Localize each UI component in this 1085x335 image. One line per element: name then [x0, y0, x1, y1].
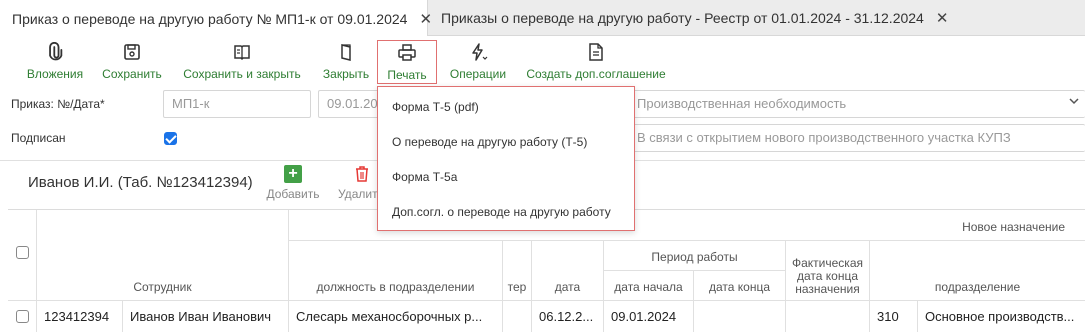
cell-employee-name: Иванов Иван Иванович — [123, 301, 289, 332]
close-icon[interactable]: ✕ — [936, 9, 949, 27]
signed-label: Подписан — [11, 131, 66, 145]
save-and-close-label: Сохранить и закрыть — [183, 67, 301, 81]
tab-order-document[interactable]: Приказ о переводе на другую работу № МП1… — [0, 0, 432, 37]
header-start-date[interactable]: дата начала — [604, 271, 694, 301]
floppy-icon — [99, 42, 165, 64]
printer-icon — [378, 43, 436, 65]
tab-bar: Приказ о переводе на другую работу № МП1… — [0, 0, 1085, 37]
tab-registry[interactable]: Приказы о переводе на другую работу - Ре… — [429, 0, 948, 36]
menu-item-form-t5a[interactable]: Форма Т-5а — [392, 170, 457, 184]
cell-start-date: 09.01.2024 — [604, 301, 694, 332]
header-end-date[interactable]: дата конца — [694, 271, 786, 301]
header-department[interactable]: подразделение — [870, 241, 1085, 301]
header-date[interactable]: дата — [532, 241, 604, 301]
create-agreement-label: Создать доп.соглашение — [526, 67, 666, 81]
order-number-field[interactable]: МП1-к — [163, 90, 311, 118]
menu-item-additional-agreement[interactable]: Доп.согл. о переводе на другую работу — [392, 205, 611, 219]
tab-label: Приказ о переводе на другую работу № МП1… — [12, 10, 408, 27]
cell-date: 06.12.2... — [532, 301, 604, 332]
menu-item-transfer-t5[interactable]: О переводе на другую работу (Т-5) — [392, 135, 587, 149]
row-checkbox[interactable] — [16, 310, 29, 323]
attachments-button[interactable]: Вложения — [22, 40, 88, 82]
operations-label: Операции — [449, 67, 507, 81]
cell-department-code: 310 — [870, 301, 918, 332]
header-position[interactable]: должность в подразделении — [289, 241, 503, 301]
row-select-cell — [8, 301, 37, 332]
toolbar: Вложения Сохранить Сохранить и закрыть З… — [0, 36, 1085, 85]
chevron-down-icon[interactable] — [1068, 95, 1080, 110]
cell-end-date — [694, 301, 786, 332]
cell-ter — [503, 301, 532, 332]
door-icon — [317, 42, 375, 64]
signed-checkbox[interactable] — [164, 132, 177, 145]
print-button[interactable]: Печать — [377, 40, 437, 84]
basis-field[interactable]: В связи с открытием нового производствен… — [628, 124, 1085, 152]
close-button[interactable]: Закрыть — [317, 40, 375, 82]
add-label: Добавить — [266, 187, 320, 201]
header-employee[interactable]: Сотрудник — [37, 210, 289, 301]
tab-label: Приказы о переводе на другую работу - Ре… — [441, 10, 924, 26]
save-and-close-button[interactable]: Сохранить и закрыть — [180, 40, 304, 82]
menu-item-form-t5-pdf[interactable]: Форма Т-5 (pdf) — [392, 100, 479, 114]
table-row[interactable]: 123412394 Иванов Иван Иванович Слесарь м… — [8, 301, 1085, 332]
order-number-date-label: Приказ: №/Дата* — [11, 97, 105, 111]
create-agreement-button[interactable]: Создать доп.соглашение — [524, 40, 668, 82]
lightning-icon — [446, 42, 510, 64]
operations-button[interactable]: Операции — [446, 40, 510, 82]
cell-tab-number: 123412394 — [37, 301, 123, 332]
paperclip-icon — [22, 42, 88, 64]
reason-value: Производственная необходимость — [637, 96, 847, 111]
plus-icon: + — [284, 165, 302, 183]
add-button[interactable]: + Добавить — [262, 165, 324, 201]
cell-actual-end-date — [786, 301, 870, 332]
header-actual-end-date[interactable]: Фактическая дата конца назначения — [786, 241, 870, 301]
book-icon — [180, 42, 304, 64]
print-dropdown-menu: Форма Т-5 (pdf) О переводе на другую раб… — [377, 86, 635, 231]
save-label: Сохранить — [102, 67, 162, 81]
cell-position: Слесарь механосборочных р... — [289, 301, 503, 332]
header-group-period: Период работы — [604, 241, 786, 271]
trash-icon — [353, 165, 371, 183]
document-icon — [524, 42, 668, 64]
reason-select[interactable]: Производственная необходимость — [628, 90, 1085, 118]
employee-title: Иванов И.И. (Таб. №123412394) — [28, 174, 253, 191]
select-all-checkbox[interactable] — [15, 245, 29, 259]
save-button[interactable]: Сохранить — [99, 40, 165, 82]
cell-department: Основное производств... — [925, 309, 1075, 324]
close-label: Закрыть — [322, 67, 370, 81]
header-ter[interactable]: тер — [503, 241, 532, 301]
select-all-cell — [8, 210, 37, 301]
print-label: Печать — [387, 68, 427, 82]
attachments-label: Вложения — [26, 67, 84, 81]
